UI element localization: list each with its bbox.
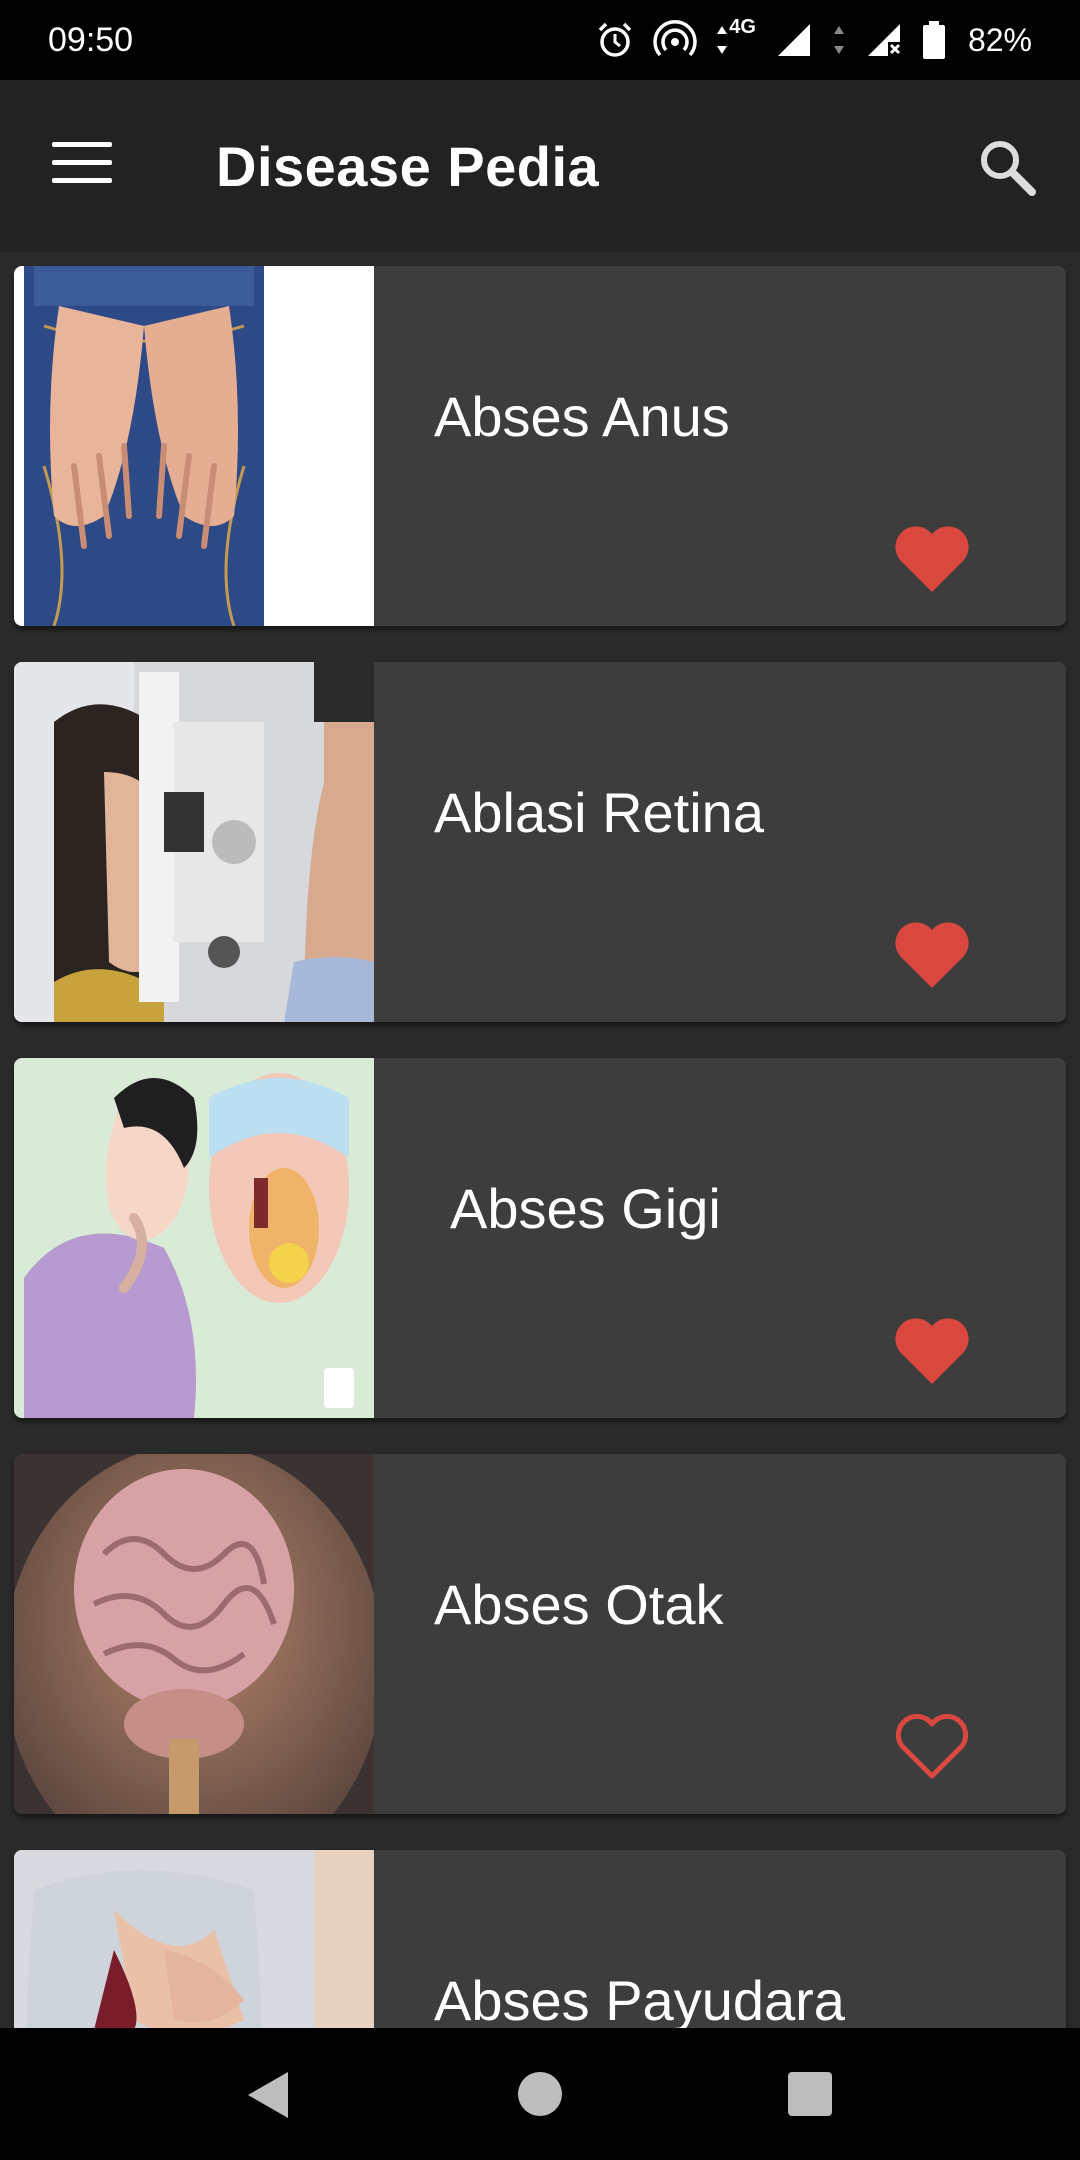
status-time: 09:50 <box>48 20 134 59</box>
secondary-data-arrows-icon <box>833 26 844 54</box>
disease-card[interactable]: Abses Otak <box>14 1454 1066 1814</box>
disease-name: Abses Gigi <box>450 1177 721 1240</box>
disease-card[interactable]: Abses Gigi <box>14 1058 1066 1418</box>
heart-filled-icon[interactable] <box>892 1314 972 1386</box>
disease-card[interactable]: Abses Payudara <box>14 1850 1066 2028</box>
network-label: 4G <box>729 16 756 38</box>
data-arrows-icon <box>717 26 728 54</box>
app-bar: Disease Pedia <box>0 80 1080 252</box>
heart-outline-icon[interactable] <box>892 1710 972 1782</box>
disease-name: Abses Payudara <box>434 1969 845 2028</box>
disease-name: Abses Anus <box>434 385 730 448</box>
hotspot-icon <box>653 20 698 57</box>
alarm-icon <box>599 22 632 57</box>
disease-name: Abses Otak <box>434 1573 724 1636</box>
disease-card[interactable]: Ablasi Retina <box>14 662 1066 1022</box>
disease-card[interactable]: Abses Anus <box>14 266 1066 626</box>
disease-list: Abses Anus Ablasi Retina Abses Gigi Abse… <box>0 252 1080 2028</box>
battery-icon <box>922 21 945 59</box>
back-icon[interactable] <box>242 2068 292 2122</box>
search-icon[interactable] <box>976 136 1038 198</box>
recents-icon[interactable] <box>786 2070 834 2118</box>
status-icons: 4G 82% <box>595 16 1032 60</box>
page-title: Disease Pedia <box>216 135 600 198</box>
system-nav-bar <box>0 2028 1080 2160</box>
disease-thumbnail <box>14 662 374 1022</box>
heart-filled-icon[interactable] <box>892 918 972 990</box>
disease-name: Ablasi Retina <box>434 781 764 844</box>
disease-thumbnail <box>14 266 374 626</box>
signal-no-sim-icon <box>867 24 901 56</box>
disease-thumbnail <box>14 1454 374 1814</box>
signal-icon <box>777 24 810 56</box>
hamburger-menu-icon[interactable] <box>52 142 112 190</box>
disease-thumbnail <box>14 1058 374 1418</box>
disease-thumbnail <box>14 1850 374 2028</box>
battery-percent: 82% <box>967 21 1032 58</box>
network-type: 4G <box>715 16 756 60</box>
status-bar: 09:50 4G 82% <box>0 0 1080 80</box>
home-icon[interactable] <box>516 2070 564 2118</box>
heart-filled-icon[interactable] <box>892 522 972 594</box>
